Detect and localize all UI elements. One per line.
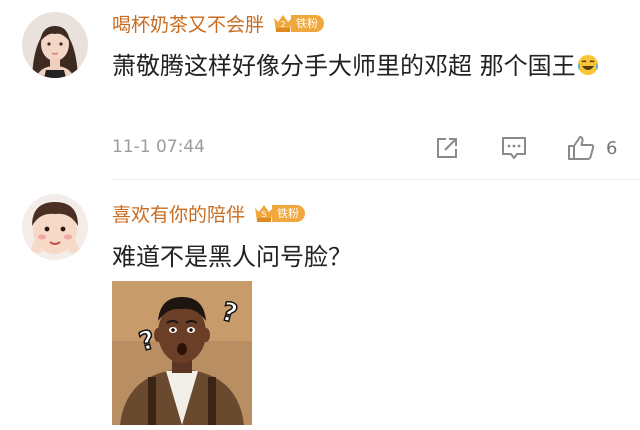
fan-badge[interactable]: 5 铁粉	[253, 202, 306, 224]
comment-item: 喜欢有你的陪伴 5 铁粉 难道不是黑人问号脸？ ? ?	[0, 180, 640, 430]
avatar[interactable]	[22, 12, 88, 78]
comment-timestamp: 11-1 07:44	[112, 137, 205, 157]
comment-text: 萧敬腾这样好像分手大师里的邓超 那个国王	[112, 48, 612, 84]
like-count: 6	[606, 137, 618, 159]
comment-icon	[502, 137, 526, 159]
comment-button[interactable]	[500, 134, 528, 162]
share-button[interactable]	[434, 134, 460, 162]
username[interactable]: 喝杯奶茶又不会胖	[112, 10, 264, 37]
badge-level: 2	[280, 20, 285, 29]
comment-text-content: 萧敬腾这样好像分手大师里的邓超 那个国王	[112, 52, 576, 80]
badge-label: 铁粉	[291, 14, 325, 32]
badge-label: 铁粉	[272, 204, 306, 222]
badge-level: 5	[261, 210, 266, 219]
username[interactable]: 喜欢有你的陪伴	[112, 200, 245, 227]
name-row: 喝杯奶茶又不会胖 2 铁粉	[112, 8, 325, 38]
name-row: 喜欢有你的陪伴 5 铁粉	[112, 198, 306, 228]
comment-text: 难道不是黑人问号脸？	[112, 243, 352, 271]
laugh-cry-emoji	[577, 55, 598, 75]
share-icon	[437, 138, 457, 158]
like-icon	[568, 136, 595, 160]
meme-image[interactable]: ? ?	[112, 281, 252, 425]
comment-item: 喝杯奶茶又不会胖 2 铁粉 萧敬腾这样好像分手大师里的邓超 那个国王 11-1 …	[0, 0, 640, 180]
like-button[interactable]: 6	[566, 134, 617, 162]
fan-badge[interactable]: 2 铁粉	[272, 12, 325, 34]
avatar[interactable]	[22, 194, 88, 260]
